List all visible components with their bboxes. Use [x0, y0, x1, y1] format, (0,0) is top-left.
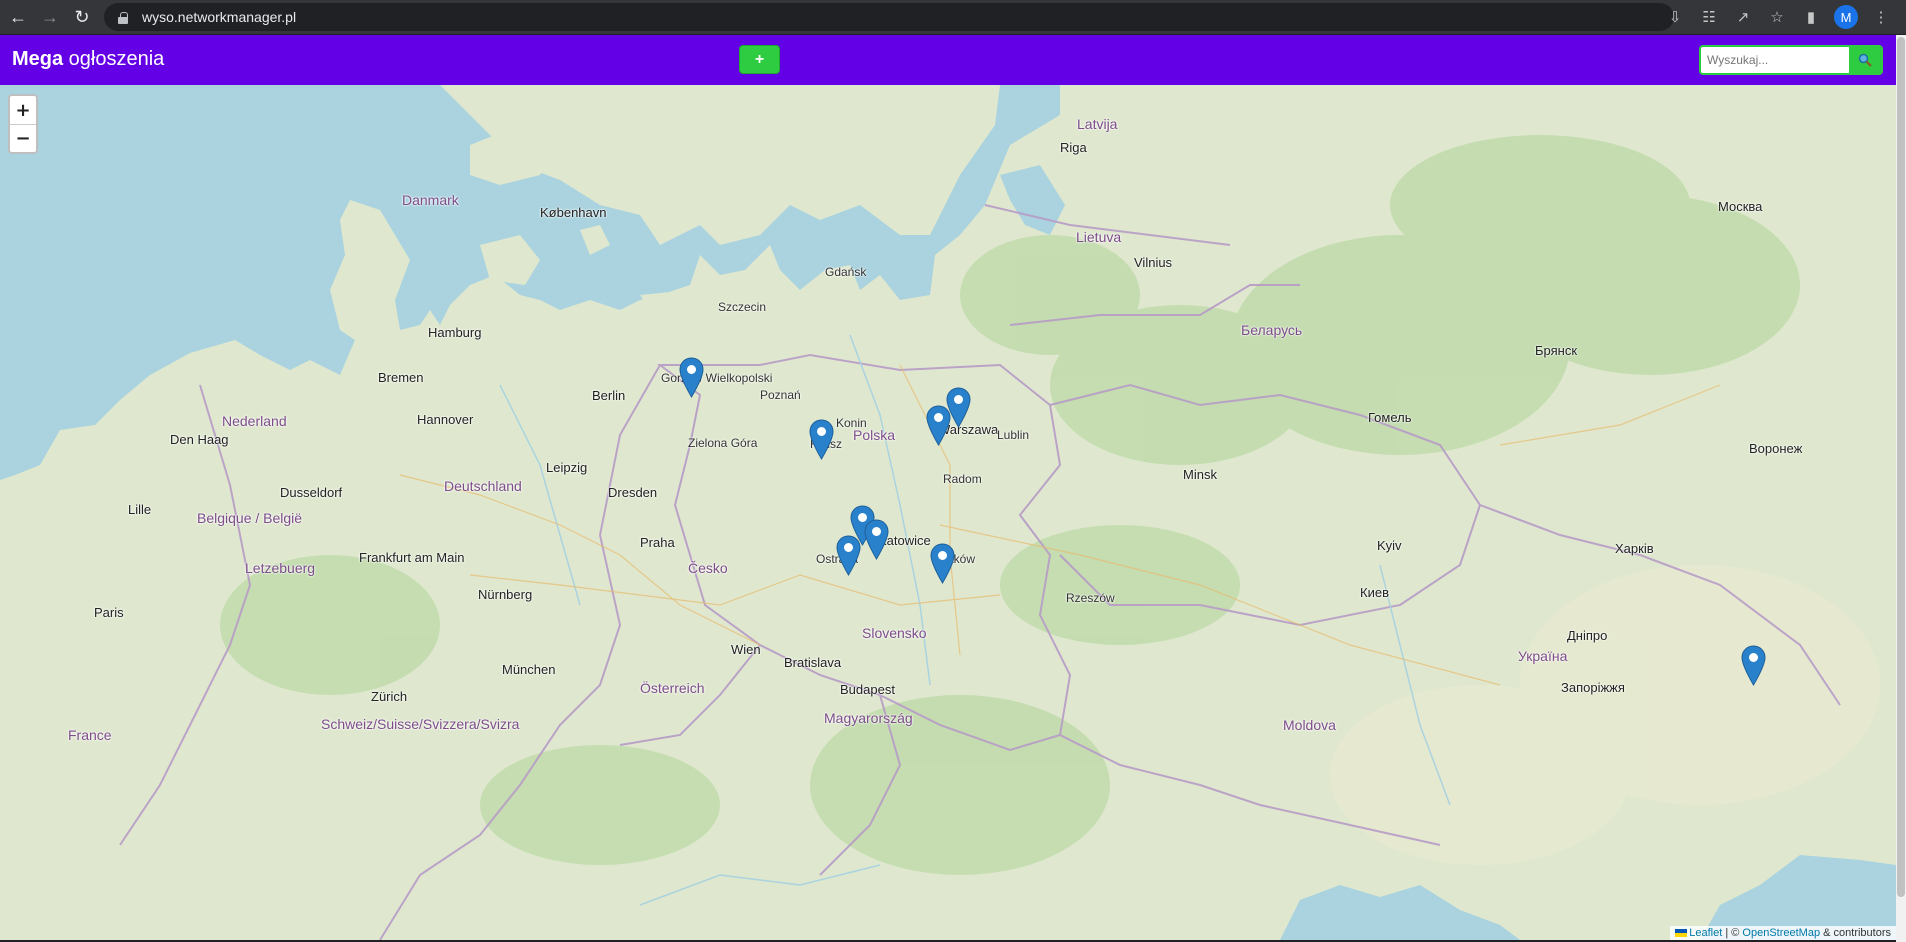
label-city-hannover: Hannover	[417, 412, 474, 427]
map-marker[interactable]	[946, 387, 971, 428]
back-icon[interactable]: ←	[4, 3, 32, 31]
search-icon	[1858, 53, 1872, 67]
bookmark-star-icon[interactable]: ☆	[1766, 6, 1788, 28]
osm-link[interactable]: OpenStreetMap	[1742, 927, 1820, 939]
label-city-kobenhavn: København	[540, 205, 607, 220]
label-country-belgique: Belgique / België	[197, 510, 303, 526]
label-country-schweiz: Schweiz/Suisse/Svizzera/Svizra	[321, 716, 520, 732]
label-city-munchen: München	[502, 662, 556, 677]
leaflet-link[interactable]: Leaflet	[1689, 927, 1722, 939]
label-city-paris: Paris	[94, 605, 124, 620]
label-city-riga: Riga	[1060, 140, 1087, 155]
label-city-voronezh: Воронеж	[1749, 441, 1803, 456]
label-country-france: France	[68, 727, 112, 743]
map-marker[interactable]	[1741, 645, 1766, 686]
label-country-danmark: Danmark	[402, 192, 459, 208]
attrib-rest: & contributors	[1820, 927, 1891, 939]
forward-icon[interactable]: →	[36, 3, 64, 31]
map-marker[interactable]	[930, 543, 955, 584]
label-city-bremen: Bremen	[378, 370, 424, 385]
label-city-gdansk: Gdańsk	[825, 265, 867, 279]
label-city-radom: Radom	[943, 472, 982, 486]
label-city-hamburg: Hamburg	[428, 325, 482, 340]
label-city-zielona-gora: Zielona Góra	[688, 436, 758, 450]
label-city-den-haag: Den Haag	[170, 432, 229, 447]
label-city-nurnberg: Nürnberg	[478, 587, 533, 602]
label-country-moldova: Moldova	[1283, 717, 1336, 733]
label-city-minsk: Minsk	[1183, 467, 1217, 482]
label-city-kyiv-cyr: Киев	[1360, 585, 1389, 600]
brand-bold: Mega	[12, 48, 64, 70]
zoom-in-button[interactable]: +	[10, 96, 36, 124]
label-country-cesko: Česko	[688, 560, 728, 576]
side-panel-icon[interactable]: ▮	[1800, 6, 1822, 28]
ukraine-flag-icon	[1675, 929, 1688, 938]
map-marker[interactable]	[864, 519, 889, 560]
label-city-rzeszow: Rzeszów	[1066, 591, 1115, 605]
address-bar[interactable]: wyso.networkmanager.pl	[104, 3, 1674, 31]
search-input[interactable]	[1701, 47, 1849, 73]
install-app-icon[interactable]: ⇩	[1664, 6, 1686, 28]
zoom-out-button[interactable]: −	[10, 124, 36, 152]
map-marker[interactable]	[809, 419, 834, 460]
label-city-gorzow: Gorzów Wielkopolski	[661, 371, 773, 385]
label-country-belarus: Беларусь	[1241, 322, 1303, 338]
label-city-gomel: Гомель	[1368, 410, 1412, 425]
label-city-wien: Wien	[731, 642, 761, 657]
label-city-budapest: Budapest	[840, 682, 895, 697]
site-navbar: Mega ogłoszenia +	[0, 35, 1896, 85]
label-city-szczecin: Szczecin	[718, 300, 767, 314]
label-city-moskva: Москва	[1718, 199, 1763, 214]
attrib-sep: | ©	[1722, 927, 1743, 939]
search-button[interactable]	[1849, 47, 1881, 73]
label-city-dresden: Dresden	[608, 485, 658, 500]
page-scrollbar[interactable]	[1896, 35, 1906, 942]
label-city-bryansk: Брянск	[1535, 343, 1578, 358]
profile-avatar[interactable]: M	[1834, 5, 1858, 29]
map-container[interactable]: Danmark Polska Lietuva Latvija Беларусь …	[0, 85, 1896, 940]
translate-icon[interactable]: ☷	[1698, 6, 1720, 28]
label-country-slovensko: Slovensko	[862, 625, 927, 641]
label-city-kyiv: Kyiv	[1377, 538, 1402, 553]
map-marker[interactable]	[836, 535, 861, 576]
browser-toolbar: ← → ↻ wyso.networkmanager.pl ⇩ ☷ ↗ ☆ ▮ M…	[0, 0, 1906, 34]
menu-kebab-icon[interactable]: ⋮	[1870, 6, 1892, 28]
label-city-konin: Konin	[836, 416, 867, 430]
label-city-bratislava: Bratislava	[784, 655, 842, 670]
search-form	[1699, 45, 1883, 75]
label-country-ukraine: Україна	[1518, 648, 1568, 664]
label-country-osterreich: Österreich	[640, 680, 705, 696]
label-country-letzebuerg: Letzebuerg	[245, 560, 316, 576]
url-text: wyso.networkmanager.pl	[142, 9, 297, 25]
label-city-kharkiv: Харків	[1615, 541, 1654, 556]
label-country-nederland: Nederland	[222, 413, 287, 429]
label-city-zaporizhzhia: Запоріжжя	[1561, 680, 1625, 695]
label-city-dnipro: Дніпро	[1567, 628, 1608, 643]
brand-logo[interactable]: Mega ogłoszenia	[12, 48, 164, 71]
label-country-lietuva: Lietuva	[1076, 229, 1122, 245]
label-city-zurich: Zürich	[371, 689, 408, 704]
scrollbar-thumb[interactable]	[1897, 37, 1905, 897]
brand-rest: ogłoszenia	[63, 48, 165, 70]
label-country-latvija: Latvija	[1077, 116, 1118, 132]
reload-icon[interactable]: ↻	[68, 3, 96, 31]
lock-icon	[118, 11, 128, 24]
label-city-berlin: Berlin	[592, 388, 626, 403]
label-city-dusseldorf: Dusseldorf	[280, 485, 343, 500]
label-country-magyarorszag: Magyarország	[824, 710, 913, 726]
label-country-deutschland: Deutschland	[444, 478, 522, 494]
map-attribution: Leaflet | © OpenStreetMap & contributors	[1670, 926, 1896, 940]
map-marker[interactable]	[679, 357, 704, 398]
label-city-lille: Lille	[128, 502, 152, 517]
zoom-control: + −	[8, 94, 38, 154]
label-city-frankfurt: Frankfurt am Main	[359, 550, 465, 565]
label-city-praha: Praha	[640, 535, 675, 550]
add-listing-button[interactable]: +	[739, 45, 780, 74]
label-city-lublin: Lublin	[997, 428, 1030, 442]
label-city-leipzig: Leipzig	[546, 460, 588, 475]
label-city-poznan: Poznań	[760, 388, 801, 402]
share-icon[interactable]: ↗	[1732, 6, 1754, 28]
label-city-vilnius: Vilnius	[1134, 255, 1173, 270]
